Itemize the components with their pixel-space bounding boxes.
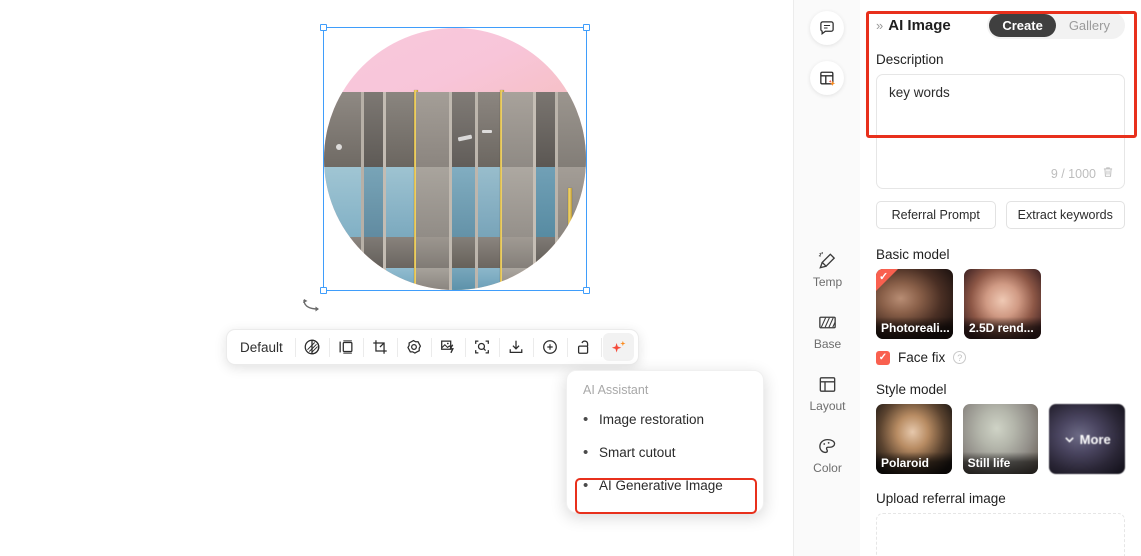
bullet-icon: •	[583, 477, 589, 494]
rail-item-label: Temp	[812, 275, 843, 289]
toolbar-divider	[600, 337, 602, 357]
toolbar-divider	[396, 337, 398, 357]
add-circle-icon[interactable]	[535, 333, 566, 361]
panel-tabs[interactable]: Create Gallery	[987, 11, 1125, 39]
style-model-label: Style model	[876, 382, 947, 397]
face-fix-row[interactable]: ✓ Face fix ?	[876, 350, 1125, 365]
description-input[interactable]: key words 9 / 1000	[876, 74, 1125, 189]
selection-bounding-box[interactable]	[320, 24, 590, 294]
face-fix-label: Face fix	[898, 350, 946, 365]
basic-model-label: Basic model	[876, 247, 950, 262]
referral-prompt-button[interactable]: Referral Prompt	[876, 201, 996, 229]
resize-handle-top-left[interactable]	[320, 24, 327, 31]
chevron-down-icon	[1064, 436, 1074, 443]
resize-handle-top-right[interactable]	[583, 24, 590, 31]
char-counter: 9 / 1000	[1050, 166, 1096, 181]
thumbnail-label: 2.5D rend...	[964, 317, 1041, 339]
face-fix-checkbox[interactable]: ✓	[876, 350, 890, 365]
rail-item-base[interactable]: Base	[794, 312, 861, 351]
comment-icon[interactable]	[810, 11, 844, 45]
style-model-polaroid[interactable]: Polaroid	[876, 404, 952, 474]
app-root: Default AI Assistant • Image restoration…	[0, 0, 1141, 556]
extract-keywords-button[interactable]: Extract keywords	[1005, 201, 1125, 229]
more-label: More	[1079, 431, 1111, 447]
rail-item-label: Color	[813, 461, 842, 475]
menu-item-smart-cutout[interactable]: • Smart cutout	[567, 436, 763, 469]
toolbar-divider	[328, 337, 330, 357]
trash-icon[interactable]	[1102, 166, 1114, 181]
toolbar-divider	[430, 337, 432, 357]
menu-item-label: AI Generative Image	[599, 478, 723, 493]
add-page-icon[interactable]	[810, 61, 844, 95]
upload-referral-label: Upload referral image	[876, 491, 1006, 506]
style-model-list: Polaroid Still life More	[876, 404, 1126, 474]
tab-gallery[interactable]: Gallery	[1056, 14, 1123, 37]
toolbar-divider	[294, 337, 296, 357]
basic-model-25d-render[interactable]: 2.5D rend...	[964, 269, 1041, 339]
toolbar-divider	[532, 337, 534, 357]
ai-image-panel: » AI Image Create Gallery Description ke…	[860, 0, 1141, 556]
replace-image-icon[interactable]	[433, 333, 464, 361]
resize-handle-bottom-right[interactable]	[583, 287, 590, 294]
description-label: Description	[876, 52, 944, 67]
download-icon[interactable]	[501, 333, 532, 361]
zoom-detect-icon[interactable]	[467, 333, 498, 361]
ai-sparkle-icon[interactable]	[602, 333, 634, 361]
bullet-icon: •	[583, 411, 589, 428]
rail-item-temp[interactable]: Temp	[794, 250, 861, 289]
thumbnail-label: Polaroid	[876, 452, 952, 474]
help-icon[interactable]: ?	[953, 351, 967, 364]
toolbar-divider	[498, 337, 500, 357]
ai-assistant-menu[interactable]: AI Assistant • Image restoration • Smart…	[566, 370, 764, 514]
rail-item-label: Base	[813, 337, 842, 351]
menu-item-label: Smart cutout	[599, 445, 676, 460]
check-icon: ✓	[879, 271, 889, 283]
rail-item-layout[interactable]: Layout	[794, 374, 861, 413]
toolbar-divider	[464, 337, 466, 357]
thumbnail-label: Photoreali...	[876, 317, 953, 339]
prompt-actions: Referral Prompt Extract keywords	[876, 201, 1125, 229]
tab-create[interactable]: Create	[989, 13, 1056, 37]
menu-item-ai-generative-image[interactable]: • AI Generative Image	[567, 469, 763, 502]
toolbar-divider	[362, 337, 364, 357]
panel-header: » AI Image Create Gallery	[876, 0, 1125, 44]
rail-item-label: Layout	[809, 399, 846, 413]
basic-model-photorealistic[interactable]: ✓ Photoreali...	[876, 269, 953, 339]
thumbnail-label: Still life	[962, 452, 1039, 474]
page-title: AI Image	[888, 16, 951, 34]
rail-item-color[interactable]: Color	[794, 436, 861, 475]
editor-canvas[interactable]: Default AI Assistant • Image restoration…	[0, 0, 793, 556]
menu-item-label: Image restoration	[599, 412, 705, 427]
material-icon	[819, 316, 836, 329]
rotate-handle-icon[interactable]	[301, 296, 323, 314]
upload-referral-dropzone[interactable]	[876, 513, 1125, 556]
resize-handle-bottom-left[interactable]	[320, 287, 327, 294]
toolbar-divider	[566, 337, 568, 357]
opacity-icon[interactable]	[297, 333, 328, 361]
crop-icon[interactable]	[365, 333, 396, 361]
basic-model-list: ✓ Photoreali... 2.5D rend...	[876, 269, 1125, 339]
image-context-toolbar[interactable]: Default	[226, 329, 639, 365]
collapse-panel-icon[interactable]: »	[876, 18, 883, 33]
description-value[interactable]: key words	[889, 85, 1112, 100]
ai-menu-title: AI Assistant	[583, 383, 649, 397]
unlock-icon[interactable]	[569, 333, 600, 361]
menu-item-image-restoration[interactable]: • Image restoration	[567, 403, 763, 436]
bullet-icon: •	[583, 444, 589, 461]
layout-icon	[819, 377, 836, 392]
style-model-still-life[interactable]: Still life	[962, 404, 1039, 474]
description-footer: 9 / 1000	[1051, 166, 1114, 181]
toolbar-preset-label[interactable]: Default	[231, 340, 294, 355]
tool-rail: Temp Base Layout Color	[793, 0, 860, 556]
settings-icon[interactable]	[399, 333, 430, 361]
style-model-more[interactable]: More	[1049, 404, 1126, 474]
template-icon	[818, 251, 836, 269]
more-button[interactable]: More	[1049, 404, 1125, 474]
align-icon[interactable]	[331, 333, 362, 361]
palette-icon	[819, 438, 836, 454]
